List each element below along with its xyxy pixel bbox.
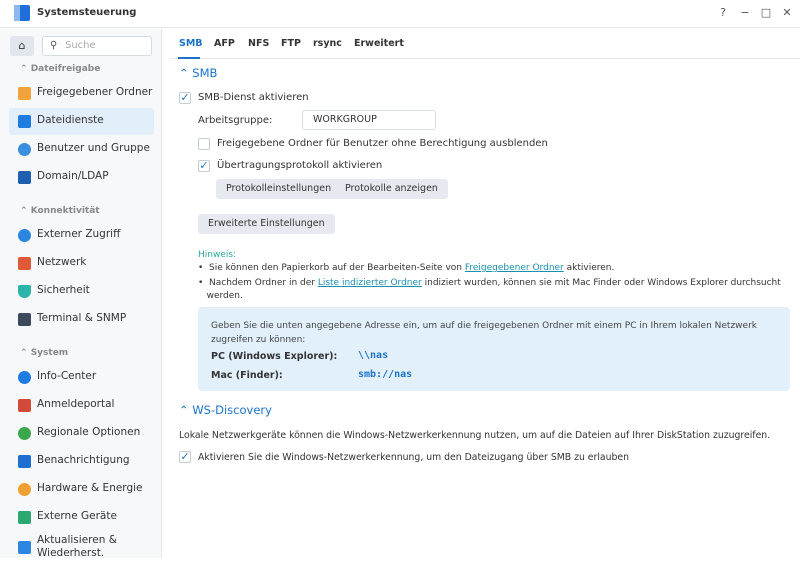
network-house-icon [18,257,31,270]
title-bar: Systemsteuerung ? − □ ✕ [0,0,800,28]
update-icon [18,541,31,554]
pc-address: \\nas [358,350,389,361]
indexed-folders-link[interactable]: Liste indizierter Ordner [318,278,422,288]
terminal-icon [18,313,31,326]
item-label: Externer Zugriff [37,228,121,240]
control-panel-logo-icon [14,5,30,21]
show-logs-button[interactable]: Protokolle anzeigen [335,179,448,199]
domain-icon [18,171,31,184]
sidebar-item-anmeldeportal[interactable]: Anmeldeportal [9,392,154,419]
section-dateifreigabe[interactable]: ⌃ Dateifreigabe [20,64,100,74]
notification-icon [18,455,31,468]
info-icon [18,371,31,384]
chevron-up-icon: ⌃ [179,66,189,80]
search-input[interactable]: ⚲ Suche [42,36,152,56]
search-placeholder: Suche [65,40,96,51]
item-label: Benachrichtigung [37,454,130,466]
file-services-icon [18,115,31,128]
chevron-up-icon: ⌃ [179,403,189,417]
item-label: Sicherheit [37,284,90,296]
item-label: Regionale Optionen [37,426,141,438]
hint-title: Hinweis: [198,250,237,260]
address-info-box: Geben Sie die unten angegebene Adresse e… [198,307,790,391]
sidebar-item-terminal[interactable]: Terminal & SNMP [9,306,154,333]
sidebar-item-domain[interactable]: Domain/LDAP [9,164,154,191]
transfer-log-label: Übertragungsprotokoll aktivieren [217,160,383,171]
tab-rsync[interactable]: rsync [313,38,342,49]
globe-icon [18,427,31,440]
item-label: Hardware & Energie [37,482,143,494]
advanced-settings-button[interactable]: Erweiterte Einstellungen [198,214,335,234]
external-access-icon [18,229,31,242]
item-label: Terminal & SNMP [37,312,127,324]
sidebar-item-hardware[interactable]: Hardware & Energie [9,476,154,503]
tab-nfs[interactable]: NFS [248,38,269,49]
users-icon [18,143,31,156]
sidebar-item-netzwerk[interactable]: Netzwerk [9,250,154,277]
item-label: Domain/LDAP [37,170,109,182]
sidebar-item-benutzer[interactable]: Benutzer und Gruppe [9,136,154,163]
hide-folders-checkbox[interactable] [198,138,210,150]
hint-2: • Nachdem Ordner in der Liste indizierte… [198,278,781,301]
item-label: Freigegebener Ordner [37,86,153,98]
section-konnektivitaet[interactable]: ⌃ Konnektivität [20,206,100,216]
smb-enable-checkbox[interactable]: ✓ [179,92,191,104]
sidebar-item-freigegebener-ordner[interactable]: Freigegebener Ordner [9,80,154,107]
sidebar-item-regionale-optionen[interactable]: Regionale Optionen [9,420,154,447]
mac-label: Mac (Finder): [211,370,283,381]
item-label: Aktualisieren & Wiederherst. [37,534,117,559]
sidebar-item-externer-zugriff[interactable]: Externer Zugriff [9,222,154,249]
tab-bar: SMB AFP NFS FTP rsync Erweitert [170,29,800,59]
item-label: Netzwerk [37,256,87,268]
active-tab-indicator [178,57,200,59]
item-label: Dateidienste [37,114,104,126]
workgroup-input[interactable]: WORKGROUP [302,110,436,130]
smb-section-header[interactable]: ⌃ SMB [179,66,217,80]
lightbulb-icon [18,483,31,496]
sidebar-item-info-center[interactable]: Info-Center [9,364,154,391]
tab-erweitert[interactable]: Erweitert [354,38,404,49]
info-text: Geben Sie die unten angegebene Adresse e… [211,321,757,345]
tab-smb[interactable]: SMB [179,38,203,49]
item-label: Externe Geräte [37,510,117,522]
sidebar-item-benachrichtigung[interactable]: Benachrichtigung [9,448,154,475]
home-button[interactable]: ⌂ [10,36,34,56]
close-button[interactable]: ✕ [780,6,794,19]
folder-icon [18,87,31,100]
window-title: Systemsteuerung [37,7,137,18]
pc-label: PC (Windows Explorer): [211,351,338,362]
workgroup-label: Arbeitsgruppe: [198,115,273,126]
tab-ftp[interactable]: FTP [281,38,301,49]
item-label: Anmeldeportal [37,398,115,410]
tab-afp[interactable]: AFP [214,38,235,49]
shared-folder-link[interactable]: Freigegebener Ordner [465,263,564,273]
section-system[interactable]: ⌃ System [20,348,68,358]
ws-enable-label: Aktivieren Sie die Windows-Netzwerkerken… [198,452,630,463]
shield-icon [18,285,31,298]
hint-1: • Sie können den Papierkorb auf der Bear… [198,263,615,273]
sidebar-item-dateidienste[interactable]: Dateidienste [9,108,154,135]
sidebar-item-sicherheit[interactable]: Sicherheit [9,278,154,305]
log-settings-button[interactable]: Protokolleinstellungen [216,179,342,199]
home-icon: ⌂ [18,39,26,52]
mac-address: smb://nas [358,369,413,380]
ws-discovery-section-header[interactable]: ⌃ WS-Discovery [179,403,272,417]
maximize-button[interactable]: □ [759,6,773,19]
sidebar: ⌂ ⚲ Suche ⌃ Dateifreigabe Freigegebener … [0,29,162,559]
transfer-log-checkbox[interactable]: ✓ [198,160,210,172]
item-label: Info-Center [37,370,97,382]
external-devices-icon [18,511,31,524]
ws-description: Lokale Netzwerkgeräte können die Windows… [179,430,771,441]
help-button[interactable]: ? [716,6,730,19]
search-icon: ⚲ [50,40,58,51]
sidebar-item-externe-geraete[interactable]: Externe Geräte [9,504,154,531]
ws-enable-checkbox[interactable]: ✓ [179,451,191,463]
login-portal-icon [18,399,31,412]
hide-folders-label: Freigegebene Ordner für Benutzer ohne Be… [217,138,548,149]
smb-enable-label: SMB-Dienst aktivieren [198,92,309,103]
minimize-button[interactable]: − [738,6,752,19]
item-label: Benutzer und Gruppe [37,142,150,154]
